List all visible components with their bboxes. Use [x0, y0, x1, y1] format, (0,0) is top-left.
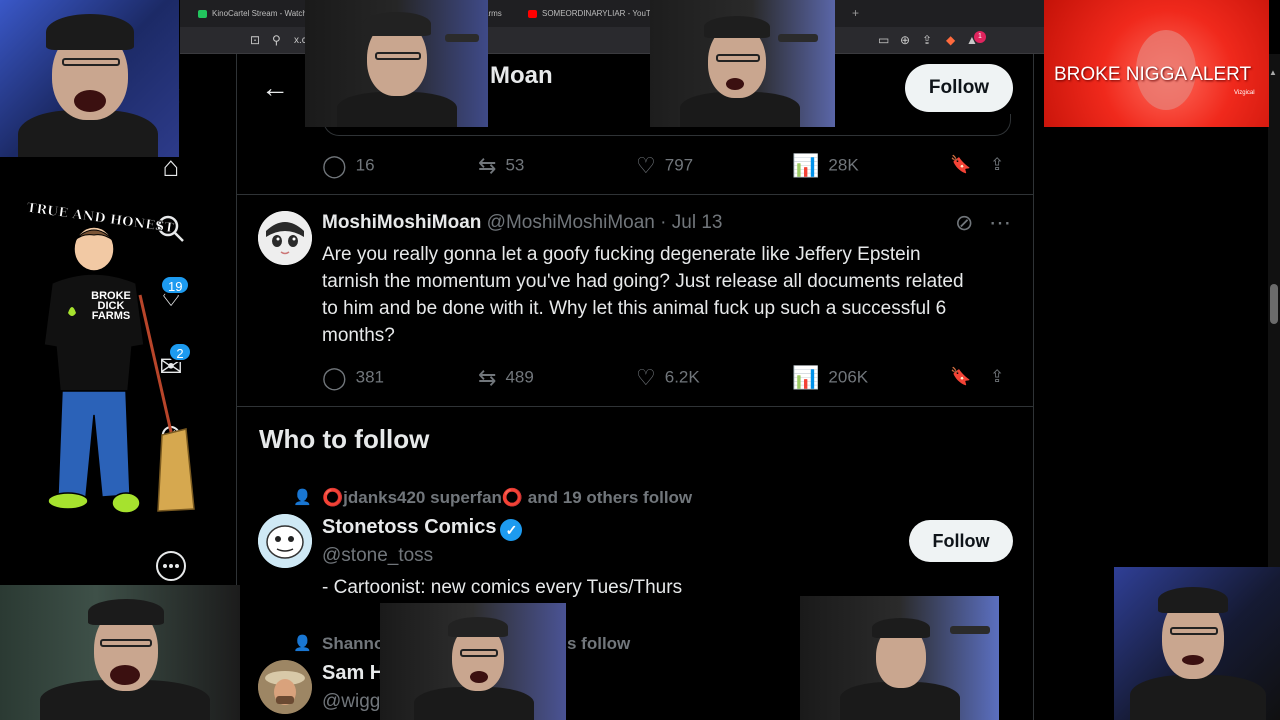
suggestion-handle[interactable]: @stone_toss	[322, 545, 433, 567]
suggestion-bio: - Cartoonist: new comics every Tues/Thur…	[322, 577, 683, 598]
page-title: Moan	[490, 62, 553, 89]
verified-badge-icon: ✓	[500, 519, 523, 541]
follow-button[interactable]: Follow	[909, 520, 1013, 562]
avatar[interactable]	[258, 211, 312, 265]
avatar[interactable]	[258, 660, 312, 714]
person-icon: 👤	[293, 635, 312, 652]
alert-watermark: Vizgical	[1234, 90, 1255, 96]
site-settings-icon[interactable]: ⚲	[272, 33, 281, 47]
social-context: s follow	[567, 634, 631, 653]
zoom-icon[interactable]: ⊕	[900, 33, 910, 47]
webcam-feed	[305, 0, 488, 127]
views-icon: 📊	[792, 152, 820, 178]
divider	[237, 406, 1035, 407]
reply-button[interactable]: ◯ 381	[322, 362, 384, 392]
person-icon: 👤	[293, 489, 312, 506]
alert-text: BROKE NIGGA ALERT	[1054, 64, 1252, 85]
suggestion-name[interactable]: Sam H	[322, 662, 384, 685]
scrollbar-thumb[interactable]	[1270, 284, 1278, 324]
like-button[interactable]: ♡ 797	[636, 150, 693, 180]
grok-explain-icon[interactable]: ⊘	[955, 210, 973, 236]
reply-icon: ◯	[322, 364, 347, 390]
tweet-text: Are you really gonna let a goofy fucking…	[322, 244, 964, 346]
webcam-feed	[0, 0, 179, 157]
brave-shield-icon[interactable]: ◆	[946, 33, 955, 47]
tweet-date[interactable]: Jul 13	[672, 212, 723, 233]
bookmark-icon[interactable]: 🔖	[950, 150, 971, 180]
views-icon: 📊	[792, 364, 820, 390]
back-arrow-icon[interactable]: ←	[261, 72, 289, 104]
share-icon[interactable]: ⇪	[990, 362, 1004, 392]
heart-icon: ♡	[636, 152, 656, 178]
tweet-separator: ·	[660, 212, 667, 233]
who-to-follow-title: Who to follow	[259, 424, 430, 454]
repost-icon: ⇆	[478, 364, 497, 390]
share-icon[interactable]: ⇪	[990, 150, 1004, 180]
divider	[237, 194, 1035, 195]
like-button[interactable]: ♡ 6.2K	[636, 362, 700, 392]
more-options-icon[interactable]: ⋯	[989, 210, 1011, 236]
social-context: ⭕jdanks420 superfan⭕ and 19 others follo…	[322, 488, 693, 507]
suggestion-name[interactable]: Stonetoss Comics ✓	[322, 516, 523, 541]
picture-in-picture-icon[interactable]: ▭	[878, 33, 889, 47]
tweet-header: MoshiMoshiMoan @MoshiMoshiMoan · Jul 13	[322, 212, 722, 234]
tweet-actions: ◯ 381 ⇆ 489 ♡ 6.2K 📊 206K 🔖 ⇪	[322, 362, 1012, 392]
kick-favicon-icon	[198, 10, 207, 18]
cartoon-sticker: TRUE AND HONEST BROKE DICK FARMS	[22, 200, 202, 525]
webcam-feed	[650, 0, 835, 127]
bookmark-icon[interactable]: 🔖	[950, 362, 971, 392]
repost-button[interactable]: ⇆ 53	[478, 150, 524, 180]
webcam-feed	[1114, 567, 1280, 720]
social-context: Shanno	[322, 634, 385, 653]
heart-icon: ♡	[636, 364, 656, 390]
more-icon[interactable]	[154, 550, 188, 584]
views-button[interactable]: 📊 206K	[792, 362, 868, 392]
share-icon[interactable]: ⇪	[922, 33, 932, 47]
follow-button-header[interactable]: Follow	[905, 64, 1013, 112]
repost-button[interactable]: ⇆ 489	[478, 362, 534, 392]
suggestion-handle[interactable]: @wigg	[322, 691, 380, 713]
tweet-handle[interactable]: @MoshiMoshiMoan	[487, 212, 655, 233]
scroll-up-icon[interactable]: ▲	[1269, 68, 1277, 77]
bookmark-page-icon[interactable]: ⊡	[250, 33, 260, 47]
reply-button[interactable]: ◯ 16	[322, 150, 375, 180]
extension-badge: 1	[974, 31, 986, 43]
webcam-feed	[800, 596, 999, 720]
alert-overlay: BROKE NIGGA ALERT Vizgical	[1044, 0, 1269, 127]
avatar[interactable]	[258, 514, 312, 568]
repost-icon: ⇆	[478, 152, 497, 178]
new-tab-icon[interactable]: +	[852, 6, 859, 20]
tweet-actions: ◯ 16 ⇆ 53 ♡ 797 📊 28K 🔖 ⇪	[322, 150, 1012, 180]
shirt-text: BROKE DICK FARMS	[91, 290, 131, 322]
tweet-display-name[interactable]: MoshiMoshiMoan	[322, 212, 481, 233]
webcam-feed	[380, 603, 566, 720]
browser-tab[interactable]: SOMEORDINARYLIAR - YouTube	[524, 4, 664, 24]
webcam-feed	[0, 585, 240, 720]
reply-icon: ◯	[322, 152, 347, 178]
youtube-favicon-icon	[528, 10, 537, 18]
views-button[interactable]: 📊 28K	[792, 150, 859, 180]
